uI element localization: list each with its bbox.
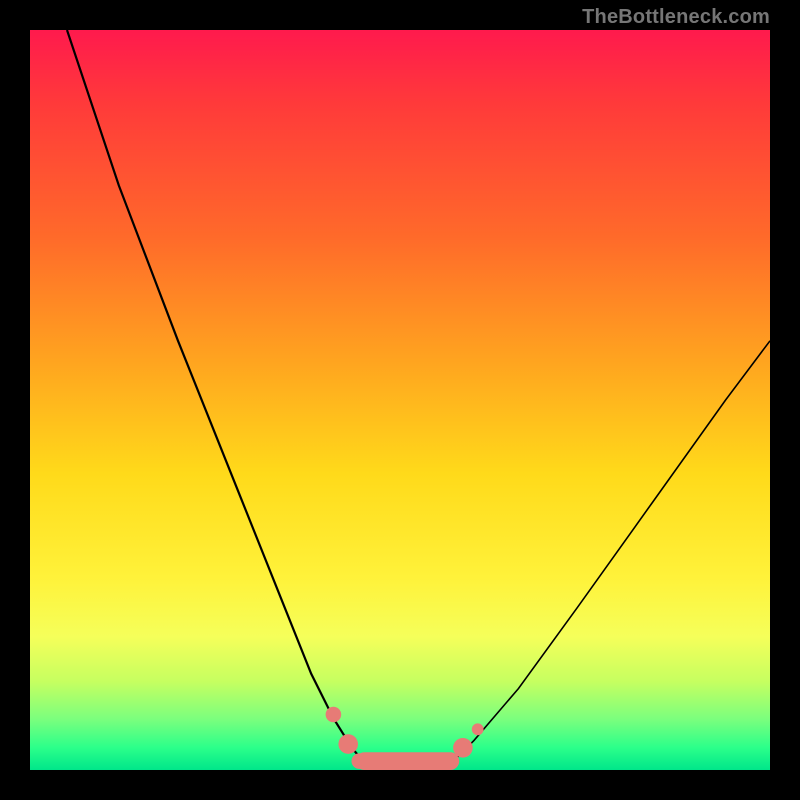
chart-svg (30, 30, 770, 770)
watermark-text: TheBottleneck.com (582, 6, 770, 29)
marker-dot (472, 723, 484, 735)
plot-area (30, 30, 770, 770)
curve-left-g (67, 30, 370, 770)
marker-dot (326, 707, 342, 723)
markers-g (326, 707, 484, 770)
left-curve (67, 30, 370, 770)
curve-right-g (444, 341, 770, 770)
right-curve (444, 341, 770, 770)
outer-frame: TheBottleneck.com (0, 0, 800, 800)
marker-bar (356, 752, 460, 770)
marker-dot (338, 734, 358, 754)
